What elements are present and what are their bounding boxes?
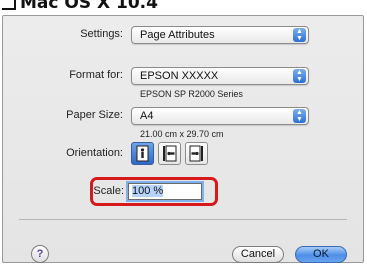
paper-size-label: Paper Size: bbox=[66, 109, 123, 121]
landscape-left-icon bbox=[163, 145, 177, 162]
settings-label: Settings: bbox=[80, 28, 123, 40]
format-for-value: EPSON XXXXX bbox=[140, 70, 219, 82]
help-button[interactable]: ? bbox=[31, 245, 49, 263]
landscape-right-icon bbox=[189, 145, 203, 162]
format-for-detail: EPSON SP R2000 Series bbox=[140, 89, 243, 99]
orientation-landscape-left-button[interactable] bbox=[158, 142, 181, 165]
popup-arrows-icon: ▲ ▼ bbox=[293, 69, 306, 83]
paper-size-popup[interactable]: A4 ▲ ▼ bbox=[131, 107, 309, 125]
format-for-label: Format for: bbox=[69, 69, 123, 81]
scale-highlight-callout bbox=[90, 177, 218, 206]
divider bbox=[19, 219, 347, 220]
cancel-button[interactable]: Cancel bbox=[232, 246, 284, 263]
settings-value: Page Attributes bbox=[140, 29, 215, 41]
paper-size-detail: 21.00 cm x 29.70 cm bbox=[140, 129, 224, 139]
ok-button[interactable]: OK bbox=[295, 246, 347, 263]
bracket-glyph bbox=[2, 0, 16, 10]
orientation-landscape-right-button[interactable] bbox=[185, 142, 208, 165]
popup-arrows-icon: ▲ ▼ bbox=[293, 28, 306, 42]
popup-arrows-icon: ▲ ▼ bbox=[293, 109, 306, 123]
page-heading: Mac OS X 10.4 bbox=[2, 0, 158, 14]
page-setup-dialog: Settings: Page Attributes ▲ ▼ Format for:… bbox=[2, 15, 364, 263]
orientation-label: Orientation: bbox=[66, 147, 123, 159]
settings-popup[interactable]: Page Attributes ▲ ▼ bbox=[131, 26, 309, 44]
heading-text: Mac OS X 10.4 bbox=[20, 0, 158, 13]
format-for-popup[interactable]: EPSON XXXXX ▲ ▼ bbox=[131, 67, 309, 85]
orientation-portrait-button[interactable] bbox=[131, 142, 154, 165]
portrait-icon bbox=[136, 145, 149, 162]
paper-size-value: A4 bbox=[140, 110, 154, 122]
